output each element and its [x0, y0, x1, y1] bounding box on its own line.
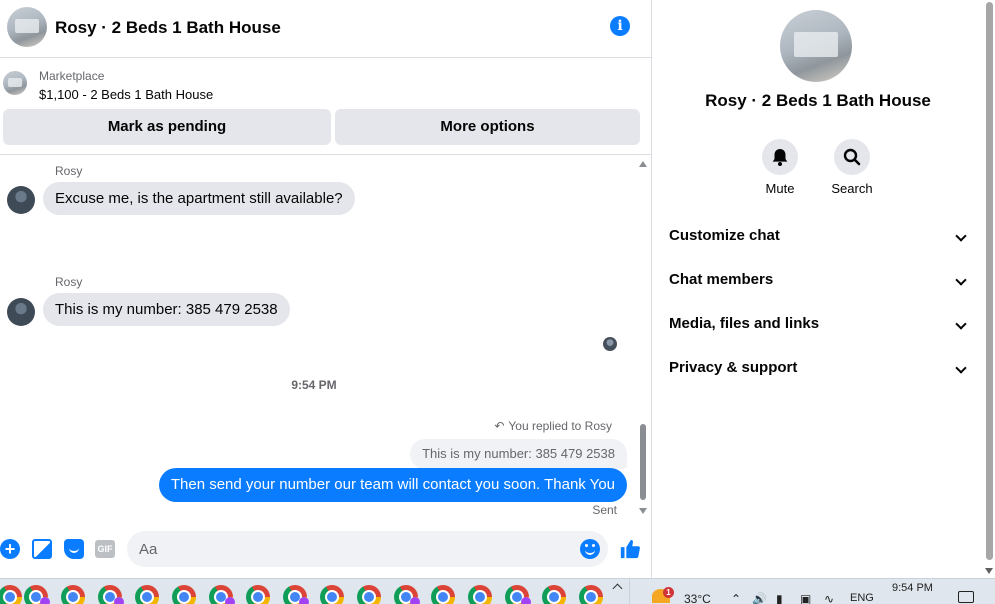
mark-as-pending-button[interactable]: Mark as pending — [3, 109, 331, 145]
profile-name[interactable]: Rosy · 2 Beds 1 Bath House — [653, 91, 983, 111]
temperature[interactable]: 33°C — [684, 592, 711, 604]
chrome-icon[interactable] — [283, 585, 309, 604]
battery-icon[interactable]: ▮ — [776, 592, 783, 604]
message-timestamp: 9:54 PM — [291, 378, 337, 392]
image-icon[interactable] — [32, 539, 52, 559]
more-options-button[interactable]: More options — [335, 109, 640, 145]
reply-arrow-icon: ↶ — [494, 419, 505, 433]
listing-title[interactable]: $1,100 - 2 Beds 1 Bath House — [39, 87, 213, 102]
chevron-down-icon — [955, 362, 967, 374]
window-scroll-down-icon[interactable] — [985, 568, 993, 574]
weather-badge: 1 — [663, 587, 674, 598]
chrome-icon[interactable] — [320, 585, 344, 604]
section-privacy-support[interactable]: Privacy & support — [669, 356, 969, 380]
search-icon — [843, 148, 861, 166]
show-hidden-icons-chevron-icon[interactable] — [612, 583, 623, 594]
speaker-icon[interactable]: 🔊 — [752, 592, 767, 604]
taskbar: 1 33°C ⌃ 🔊 ▮ ▣ ∿ ENG 9:54 PM — [0, 578, 995, 604]
info-icon[interactable]: i — [610, 16, 630, 36]
chrome-icon[interactable] — [98, 585, 124, 604]
section-label: Privacy & support — [669, 359, 798, 376]
incoming-message[interactable]: This is my number: 385 479 2538 — [43, 293, 290, 326]
scroll-up-arrow-icon[interactable] — [639, 161, 647, 167]
gif-icon[interactable]: GIF — [95, 540, 115, 558]
language-indicator[interactable]: ENG — [850, 592, 874, 604]
bell-icon — [772, 149, 788, 166]
sender-name: Rosy — [55, 275, 83, 289]
section-media-files-links[interactable]: Media, files and links — [669, 312, 969, 336]
chrome-icon[interactable] — [61, 585, 85, 604]
chrome-icon[interactable] — [209, 585, 235, 604]
section-label: Chat members — [669, 271, 774, 288]
chrome-icon[interactable] — [542, 585, 566, 604]
chevron-down-icon — [955, 318, 967, 330]
search-label: Search — [831, 181, 873, 196]
chrome-icon[interactable] — [394, 585, 420, 604]
window-scroll-thumb[interactable] — [986, 2, 993, 560]
reply-context-text: You replied to Rosy — [508, 419, 612, 433]
camera-icon[interactable]: ▣ — [800, 592, 811, 604]
section-label: Customize chat — [669, 227, 780, 244]
mute-button[interactable] — [762, 139, 798, 175]
section-customize-chat[interactable]: Customize chat — [669, 224, 969, 248]
plus-icon[interactable]: + — [0, 539, 20, 559]
marketplace-label: Marketplace — [39, 69, 105, 83]
chrome-icon[interactable] — [24, 585, 50, 604]
sender-avatar[interactable] — [7, 186, 35, 214]
chrome-icon[interactable] — [246, 585, 270, 604]
read-receipt-avatar — [603, 337, 617, 351]
chrome-icon[interactable] — [172, 585, 196, 604]
message-input[interactable] — [127, 531, 608, 567]
chevron-down-icon — [955, 274, 967, 286]
chrome-icon[interactable] — [135, 585, 159, 604]
sticker-icon[interactable] — [64, 539, 84, 559]
emoji-icon[interactable] — [580, 539, 600, 559]
section-label: Media, files and links — [669, 315, 820, 332]
outgoing-message[interactable]: Then send your number our team will cont… — [158, 468, 627, 502]
scroll-thumb[interactable] — [640, 424, 646, 500]
marketplace-banner: Marketplace $1,100 - 2 Beds 1 Bath House… — [0, 59, 652, 155]
composer-bar: + GIF — [0, 530, 652, 570]
sent-status: Sent — [592, 503, 617, 517]
thumbs-up-icon[interactable] — [619, 537, 641, 561]
wifi-icon[interactable]: ∿ — [824, 592, 834, 604]
chrome-icon[interactable] — [357, 585, 381, 604]
mute-label: Mute — [765, 181, 795, 196]
profile-avatar[interactable] — [780, 10, 852, 82]
message-list[interactable]: Rosy Excuse me, is the apartment still a… — [0, 156, 652, 518]
contact-avatar[interactable] — [7, 7, 47, 47]
listing-thumbnail[interactable] — [3, 71, 27, 95]
chrome-icon[interactable] — [0, 585, 22, 604]
search-button[interactable] — [834, 139, 870, 175]
system-tray: 1 33°C ⌃ 🔊 ▮ ▣ ∿ ENG 9:54 PM — [629, 579, 995, 604]
window-scrollbar[interactable] — [983, 0, 995, 578]
chat-title[interactable]: Rosy · 2 Beds 1 Bath House — [55, 18, 281, 38]
reply-context: ↶ You replied to Rosy — [494, 419, 612, 433]
sender-name: Rosy — [55, 164, 83, 178]
taskbar-clock[interactable]: 9:54 PM — [892, 582, 933, 594]
chrome-icon[interactable] — [579, 585, 603, 604]
chevron-down-icon — [955, 230, 967, 242]
sender-avatar[interactable] — [7, 298, 35, 326]
notification-icon[interactable] — [958, 591, 974, 603]
scroll-down-arrow-icon[interactable] — [639, 508, 647, 514]
message-scrollbar[interactable] — [637, 158, 649, 516]
chrome-icon[interactable] — [431, 585, 455, 604]
chrome-icon[interactable] — [468, 585, 492, 604]
section-chat-members[interactable]: Chat members — [669, 268, 969, 292]
chat-header: Rosy · 2 Beds 1 Bath House i — [0, 0, 652, 58]
chat-window: Rosy · 2 Beds 1 Bath House i Marketplace… — [0, 0, 652, 578]
chrome-icon[interactable] — [505, 585, 531, 604]
chevron-up-icon[interactable]: ⌃ — [731, 592, 741, 604]
quoted-message[interactable]: This is my number: 385 479 2538 — [410, 439, 627, 469]
incoming-message[interactable]: Excuse me, is the apartment still availa… — [43, 182, 355, 215]
conversation-info-panel: Rosy · 2 Beds 1 Bath House Mute Search C… — [653, 0, 983, 578]
